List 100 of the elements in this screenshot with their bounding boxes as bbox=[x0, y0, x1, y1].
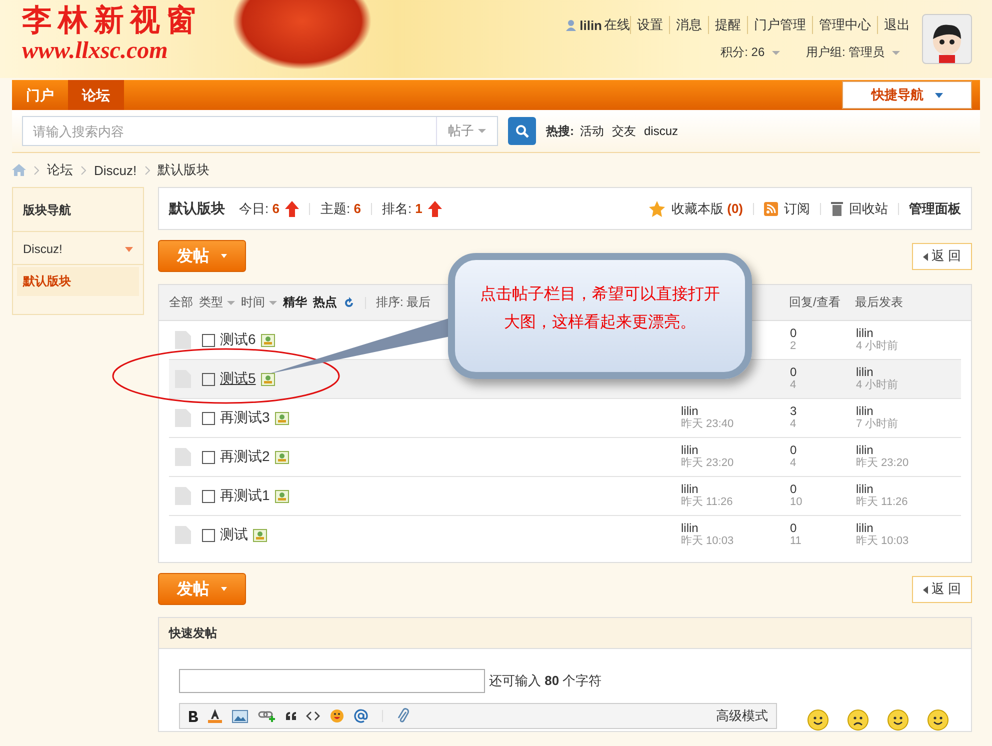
user-group-dropdown[interactable]: 用户组: 管理员 bbox=[806, 44, 900, 61]
post-time: 昨天 11:26 bbox=[681, 496, 734, 509]
user-menu-link[interactable]: 门户管理 bbox=[747, 16, 812, 34]
site-logo-url[interactable]: www.llxsc.com bbox=[22, 38, 202, 64]
thread-row[interactable]: 再测试3 lilin 昨天 23:40 3 4 lilin 7 小时前 bbox=[169, 399, 961, 438]
points-dropdown[interactable]: 积分: 26 bbox=[720, 44, 780, 61]
search-field[interactable]: 请输入搜索内容 帖子 bbox=[22, 116, 498, 146]
checkbox[interactable] bbox=[202, 372, 215, 386]
thread-row[interactable]: 测试 lilin 昨天 10:03 0 11 lilin 昨天 10:03 bbox=[169, 516, 961, 554]
sidebar-group[interactable]: Discuz! bbox=[13, 232, 143, 265]
hot-search-link[interactable]: discuz bbox=[644, 124, 678, 138]
link-icon[interactable] bbox=[258, 710, 276, 722]
chevron-right-icon bbox=[144, 166, 150, 174]
at-sign-icon[interactable] bbox=[354, 709, 368, 723]
checkbox[interactable] bbox=[202, 334, 215, 346]
author-name[interactable]: lilin bbox=[681, 483, 785, 496]
view-count: 4 bbox=[790, 418, 798, 431]
quick-nav-button[interactable]: 快捷导航 bbox=[842, 81, 972, 109]
last-poster-name[interactable]: lilin bbox=[856, 366, 961, 379]
quote-icon[interactable] bbox=[286, 712, 296, 720]
smiley-icon[interactable] bbox=[807, 709, 829, 731]
font-color-icon[interactable] bbox=[208, 709, 222, 723]
image-icon[interactable] bbox=[232, 710, 248, 722]
document-icon bbox=[175, 331, 191, 349]
checkbox[interactable] bbox=[202, 528, 215, 542]
reply-count: 0 bbox=[790, 366, 798, 379]
last-poster-name[interactable]: lilin bbox=[856, 522, 961, 535]
reply-count: 0 bbox=[790, 327, 798, 340]
nav-tab[interactable]: 论坛 bbox=[68, 80, 124, 110]
reply-count: 0 bbox=[790, 483, 798, 496]
smiley-icon[interactable] bbox=[927, 709, 949, 731]
breadcrumb-link[interactable]: 论坛 bbox=[47, 161, 73, 179]
search-button[interactable] bbox=[508, 117, 536, 145]
thread-row[interactable]: 再测试1 lilin 昨天 11:26 0 10 lilin 昨天 11:26 bbox=[169, 477, 961, 516]
last-poster-name[interactable]: lilin bbox=[856, 405, 961, 418]
filter-link[interactable]: 精华 bbox=[283, 294, 307, 311]
document-icon bbox=[175, 448, 191, 466]
smiley-icon[interactable] bbox=[887, 709, 909, 731]
author-name[interactable]: lilin bbox=[681, 444, 785, 457]
search-scope-dropdown[interactable]: 帖子 bbox=[436, 117, 497, 145]
thread-title-link[interactable]: 再测试2 bbox=[220, 448, 270, 466]
hot-search-link[interactable]: 交友 bbox=[612, 122, 636, 140]
view-count: 4 bbox=[790, 379, 798, 392]
user-menu-link[interactable]: 提醒 bbox=[708, 16, 747, 34]
author-name[interactable]: lilin bbox=[681, 405, 785, 418]
sort-dropdown[interactable]: 排序: 最后 bbox=[376, 294, 431, 311]
thread-row[interactable]: 再测试2 lilin 昨天 23:20 0 4 lilin 昨天 23:20 bbox=[169, 438, 961, 477]
filter-link[interactable]: 时间 bbox=[241, 294, 277, 311]
thread-title-link[interactable]: 再测试1 bbox=[220, 487, 270, 505]
user-menu-link[interactable]: 退出 bbox=[877, 16, 916, 34]
smiley-icon[interactable] bbox=[330, 709, 344, 723]
chevron-right-icon bbox=[34, 166, 39, 174]
user-menu-link[interactable]: 消息 bbox=[669, 16, 708, 34]
image-icon bbox=[253, 528, 267, 542]
checkbox[interactable] bbox=[202, 412, 215, 424]
checkbox[interactable] bbox=[202, 490, 215, 502]
forum-stat: 排名: 1 bbox=[382, 200, 422, 218]
user-menu-link[interactable]: 管理中心 bbox=[812, 16, 877, 34]
author-name[interactable]: lilin bbox=[681, 522, 785, 535]
favorite-link[interactable]: 收藏本版 (0) bbox=[671, 200, 743, 218]
site-logo-title[interactable]: 李林新视窗 bbox=[22, 4, 202, 38]
chevron-right-icon bbox=[81, 166, 86, 174]
callout-bubble: 点击帖子栏目，希望可以直接打开大图，这样看起来更漂亮。 bbox=[448, 253, 752, 379]
paperclip-icon[interactable] bbox=[397, 708, 409, 724]
back-button[interactable]: 返 回 bbox=[912, 576, 972, 602]
user-menu-link[interactable]: 设置 bbox=[630, 16, 669, 34]
reply-count: 0 bbox=[790, 444, 798, 457]
refresh-icon[interactable] bbox=[343, 296, 355, 308]
username-link[interactable]: lilin bbox=[580, 18, 602, 32]
breadcrumb-link[interactable]: Discuz! bbox=[94, 162, 137, 178]
back-button[interactable]: 返 回 bbox=[912, 242, 972, 270]
code-icon[interactable] bbox=[306, 711, 320, 721]
last-post-time: 昨天 10:03 bbox=[856, 535, 910, 548]
filter-link[interactable]: 热点 bbox=[313, 294, 337, 311]
bold-icon[interactable] bbox=[188, 710, 198, 722]
breadcrumb-link[interactable]: 默认版块 bbox=[158, 161, 210, 179]
last-poster-name[interactable]: lilin bbox=[856, 444, 961, 457]
thread-title-link[interactable]: 测试5 bbox=[220, 370, 256, 388]
subject-input-field[interactable] bbox=[179, 669, 485, 693]
avatar-icon[interactable] bbox=[922, 14, 972, 64]
quick-post-title: 快速发帖 bbox=[159, 618, 971, 649]
subscribe-link[interactable]: 订阅 bbox=[784, 200, 810, 218]
sidebar-item[interactable]: 默认版块 bbox=[17, 267, 139, 296]
thread-title-link[interactable]: 测试 bbox=[220, 526, 248, 544]
post-time: 昨天 10:03 bbox=[681, 535, 735, 548]
post-time: 昨天 23:20 bbox=[681, 457, 735, 470]
thread-title-link[interactable]: 再测试3 bbox=[220, 409, 270, 427]
filter-link[interactable]: 类型 bbox=[199, 294, 235, 311]
advanced-mode-link[interactable]: 高级模式 bbox=[716, 707, 768, 725]
reply-count: 3 bbox=[790, 405, 798, 418]
filter-link[interactable]: 全部 bbox=[169, 294, 193, 311]
last-poster-name[interactable]: lilin bbox=[856, 483, 961, 496]
manage-panel-link[interactable]: 管理面板 bbox=[909, 200, 961, 218]
forum-stat: 主题: 6 bbox=[320, 200, 361, 218]
smiley-icon[interactable] bbox=[847, 709, 869, 731]
thread-title-link[interactable]: 测试6 bbox=[220, 331, 256, 349]
hot-search-link[interactable]: 活动 bbox=[580, 122, 604, 140]
recycle-bin-link[interactable]: 回收站 bbox=[849, 200, 888, 218]
last-poster-name[interactable]: lilin bbox=[856, 327, 961, 340]
checkbox[interactable] bbox=[202, 450, 215, 464]
